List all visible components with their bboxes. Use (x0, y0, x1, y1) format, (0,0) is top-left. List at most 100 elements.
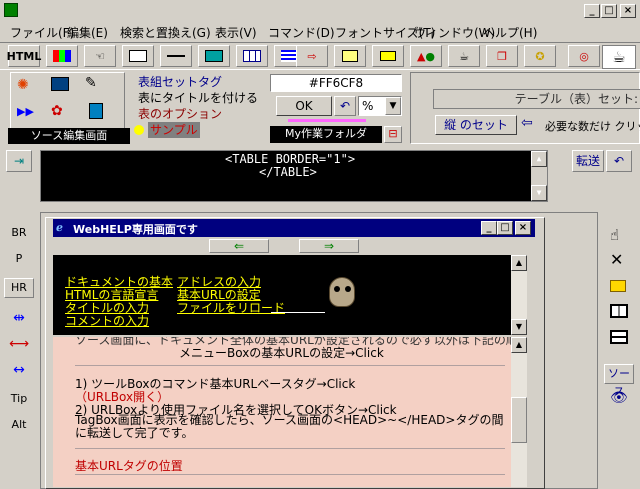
help-titlebar: ℯ WebHELP専用画面です _ □ × (53, 219, 535, 237)
app-icon[interactable] (4, 3, 18, 17)
toolbar: HTML ☜ ⇨ ▲ ● ☕ ❐ ✪ ◎ ☕ (0, 42, 640, 70)
folder-icon: ⊟ (388, 127, 398, 140)
copy-button[interactable]: ❐ (486, 45, 518, 67)
menu-command[interactable]: コマンド(D) (268, 24, 335, 41)
maximize-button[interactable]: □ (601, 4, 617, 18)
hand-tool-button[interactable]: ☜ (84, 45, 116, 67)
source-view-button[interactable]: ソース (604, 364, 634, 398)
hr-button[interactable] (160, 45, 192, 67)
editor-line-1: <TABLE BORDER="1"> (225, 152, 356, 166)
copy-icon: ❐ (497, 49, 507, 63)
editor-scroll-up[interactable]: ▲ (531, 151, 547, 167)
alt-button[interactable]: Alt (4, 418, 34, 431)
tag-table-title[interactable]: 表にタイトルを付ける (138, 90, 259, 106)
undo-icon: ↶ (339, 99, 351, 113)
forward-arrow-icon: ⇒ (323, 239, 335, 253)
sample-label: サンプル (148, 122, 200, 138)
coffee-logo: ☕ (602, 45, 636, 69)
nav-back-button[interactable]: ⇐ (209, 239, 269, 253)
source-editor[interactable]: <TABLE BORDER="1"> </TABLE> ▲ ▼ (40, 150, 548, 202)
folder-yellow-icon[interactable] (610, 280, 626, 292)
help-menu-pane: ドキュメントの基本 HTMLの言語宣言 タイトルの入力 コメントの入力 アドレス… (53, 255, 527, 335)
menu-search[interactable]: 検索と置換え(G) (120, 24, 211, 41)
menu-file[interactable]: ファイル(F) (10, 24, 74, 41)
color-wheel-icon[interactable]: ✺ (17, 77, 29, 93)
owl-icon (329, 277, 355, 307)
form-button[interactable]: ⇨ (296, 45, 328, 67)
hand-icon: ☜ (95, 49, 105, 63)
dropdown-arrow-icon[interactable]: ▼ (385, 97, 401, 115)
percent-select[interactable]: % ▼ (358, 96, 402, 116)
help-close-button[interactable]: × (515, 221, 531, 235)
content-menu-line: メニューBoxの基本URLの設定→Click (179, 346, 384, 360)
hex-color-field[interactable]: #FF6CF8 (270, 74, 402, 92)
stretch-icon[interactable]: ↔ (4, 362, 34, 378)
pen-icon[interactable]: ✎ (85, 75, 97, 91)
bulb-icon: ✪ (535, 49, 545, 63)
help-maximize-button[interactable]: □ (497, 221, 513, 235)
content-step3: TagBox画面に表示を確認したら、ソース画面の<HEAD>~</HEAD>タグ… (75, 413, 504, 440)
picture-icon[interactable] (51, 77, 69, 91)
p-button[interactable]: P (4, 252, 34, 265)
width-icon[interactable]: ⟷ (4, 336, 34, 352)
tag-table-option[interactable]: 表のオプション (138, 106, 259, 122)
help-title: WebHELP専用画面です (73, 223, 198, 236)
color-grid-button[interactable] (46, 45, 78, 67)
layout-button[interactable] (122, 45, 154, 67)
undo-button[interactable]: ↶ (334, 96, 356, 116)
tip-button[interactable]: Tip (4, 392, 34, 405)
editor-scroll-down[interactable]: ▼ (531, 185, 547, 201)
table-icon (243, 50, 261, 62)
minimize-button[interactable]: _ (584, 4, 600, 18)
eye-icon[interactable]: 👁 (610, 390, 628, 406)
table-button[interactable] (236, 45, 268, 67)
card-icon (342, 50, 358, 62)
menu-edit[interactable]: 編集(E) (67, 24, 108, 41)
vertical-set-button[interactable]: 縦 のセット (435, 115, 517, 135)
delete-icon[interactable]: ✕ (610, 250, 623, 269)
cup-button[interactable]: ☕ (448, 45, 480, 67)
hr-side-button[interactable]: HR (4, 278, 34, 298)
hand-pointer-icon[interactable]: ☝ (610, 226, 619, 244)
close-button[interactable]: × (620, 4, 636, 18)
menu-help[interactable]: ヘルプ(H) (483, 24, 537, 41)
card-button[interactable] (334, 45, 366, 67)
transfer-button[interactable]: 転送 (572, 150, 604, 172)
tag-table-set[interactable]: 表組セットタグ (138, 74, 259, 90)
menu-view[interactable]: 表示(V) (215, 24, 257, 41)
link-comment-input[interactable]: コメントの入力 (65, 312, 149, 329)
folder-button[interactable]: ⊟ (384, 126, 402, 143)
editor-undo-button[interactable]: ↶ (606, 150, 632, 172)
nav-forward-button[interactable]: ⇒ (299, 239, 359, 253)
table-panel: テーブル（表）セット: 縦 のセット ⇦ 必要な数だけ クリッ (410, 72, 640, 144)
target-button[interactable]: ◎ (568, 45, 600, 67)
help-content-pane: ソース画面に、ドキュメント全体の基本URLが設定されるので必ず以外は下記の順に操… (53, 337, 527, 487)
br-button[interactable]: BR (4, 226, 34, 239)
align-icon[interactable]: ⇹ (4, 310, 34, 326)
flower-icon[interactable]: ✿ (51, 103, 63, 119)
menu-pane-scrollbar[interactable]: ▲ ▼ (511, 255, 527, 335)
tag-sample[interactable]: サンプル (134, 122, 259, 138)
shapes-button[interactable]: ▲ ● (410, 45, 442, 67)
left-arrow-icon: ⇦ (521, 115, 533, 131)
split-horizontal-icon[interactable] (610, 330, 628, 344)
document-icon[interactable] (89, 103, 103, 119)
content-scrollbar[interactable]: ▲ (511, 337, 527, 487)
play-icon[interactable]: ▶▶ (17, 105, 34, 118)
content-scroll-up[interactable]: ▲ (511, 337, 527, 353)
image-button[interactable] (198, 45, 230, 67)
menu-scroll-down[interactable]: ▼ (511, 319, 527, 335)
editor-scrollbar[interactable]: ▲ ▼ (531, 151, 547, 201)
bulb-button[interactable]: ✪ (524, 45, 556, 67)
ok-button[interactable]: OK (276, 96, 332, 116)
split-vertical-icon[interactable] (610, 304, 628, 318)
editor-left-button[interactable]: ⇥ (6, 150, 32, 172)
help-minimize-button[interactable]: _ (481, 221, 497, 235)
menu-scroll-up[interactable]: ▲ (511, 255, 527, 271)
nav-bar: ⇐ ⇒ (53, 239, 535, 253)
html-button[interactable]: HTML (7, 45, 41, 67)
frame-button[interactable] (372, 45, 404, 67)
link-file-reload[interactable]: ファイルをリロード (177, 299, 285, 316)
target-icon: ◎ (579, 49, 589, 63)
content-scroll-thumb[interactable] (511, 397, 527, 443)
